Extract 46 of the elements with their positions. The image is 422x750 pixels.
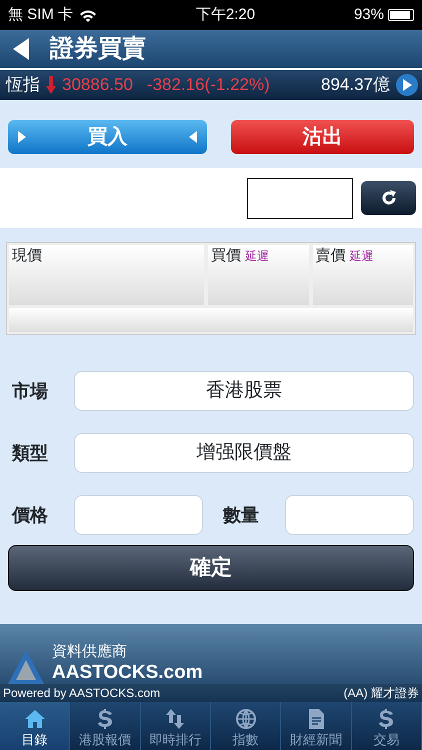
index-name: 恆指 (6, 74, 40, 96)
back-button[interactable] (12, 37, 30, 61)
powered-by-text: Powered by AASTOCKS.com (3, 685, 160, 702)
tab-item[interactable]: 即時排行 (140, 702, 211, 750)
stock-code-field[interactable] (247, 178, 353, 218)
quote-cell: 買價 延遲 (208, 245, 308, 305)
select-field[interactable]: 增强限價盤 (74, 433, 414, 473)
field-label: 數量 (222, 504, 260, 526)
refresh-icon (380, 189, 398, 207)
buy-button[interactable]: 買入 (8, 120, 207, 154)
quote-cell: 賣價 延遲 (312, 245, 413, 305)
field-label: 市場 (11, 380, 49, 402)
left-triangle-icon (189, 131, 197, 143)
battery-text: 93% (354, 4, 384, 25)
globe-icon (234, 708, 257, 730)
next-button[interactable] (396, 74, 418, 96)
provider-name: AASTOCKS.com (52, 663, 203, 684)
play-icon (402, 79, 412, 91)
tab-item[interactable]: 指數 (210, 702, 282, 750)
sell-button[interactable]: 沽出 (231, 120, 414, 154)
turnover-text: 894.37億 (321, 74, 390, 96)
time-text: 下午2:20 (196, 6, 256, 23)
refresh-button[interactable] (361, 181, 416, 215)
wifi-icon (79, 8, 98, 22)
field-label: 類型 (10, 442, 49, 464)
quote-cell: 現價 (9, 245, 204, 305)
tab-item[interactable]: 目錄 (0, 702, 70, 750)
index-change: -382.16(-1.22%) (146, 74, 270, 96)
up-down-arrows-icon (164, 708, 186, 730)
input-field[interactable] (285, 495, 414, 535)
input-field[interactable] (74, 495, 203, 535)
confirm-button[interactable]: 確定 (8, 545, 414, 591)
carrier-text: 無 SIM 卡 (8, 4, 74, 25)
battery-icon (388, 9, 414, 21)
select-field[interactable]: 香港股票 (74, 371, 414, 411)
tab-item[interactable]: 財經新聞 (281, 702, 352, 750)
field-label: 價格 (10, 504, 49, 526)
index-value: 30886.50 (62, 74, 133, 96)
page-title: 證券買賣 (50, 34, 146, 64)
provider-label: 資料供應商 (52, 642, 128, 662)
home-icon (24, 708, 46, 730)
logo-icon (8, 650, 44, 684)
right-triangle-icon (18, 131, 26, 143)
tab-item[interactable]: 港股報價 (70, 702, 141, 750)
broker-name: (AA) 耀才證券 (344, 685, 419, 702)
tab-item[interactable]: 交易 (352, 702, 422, 750)
